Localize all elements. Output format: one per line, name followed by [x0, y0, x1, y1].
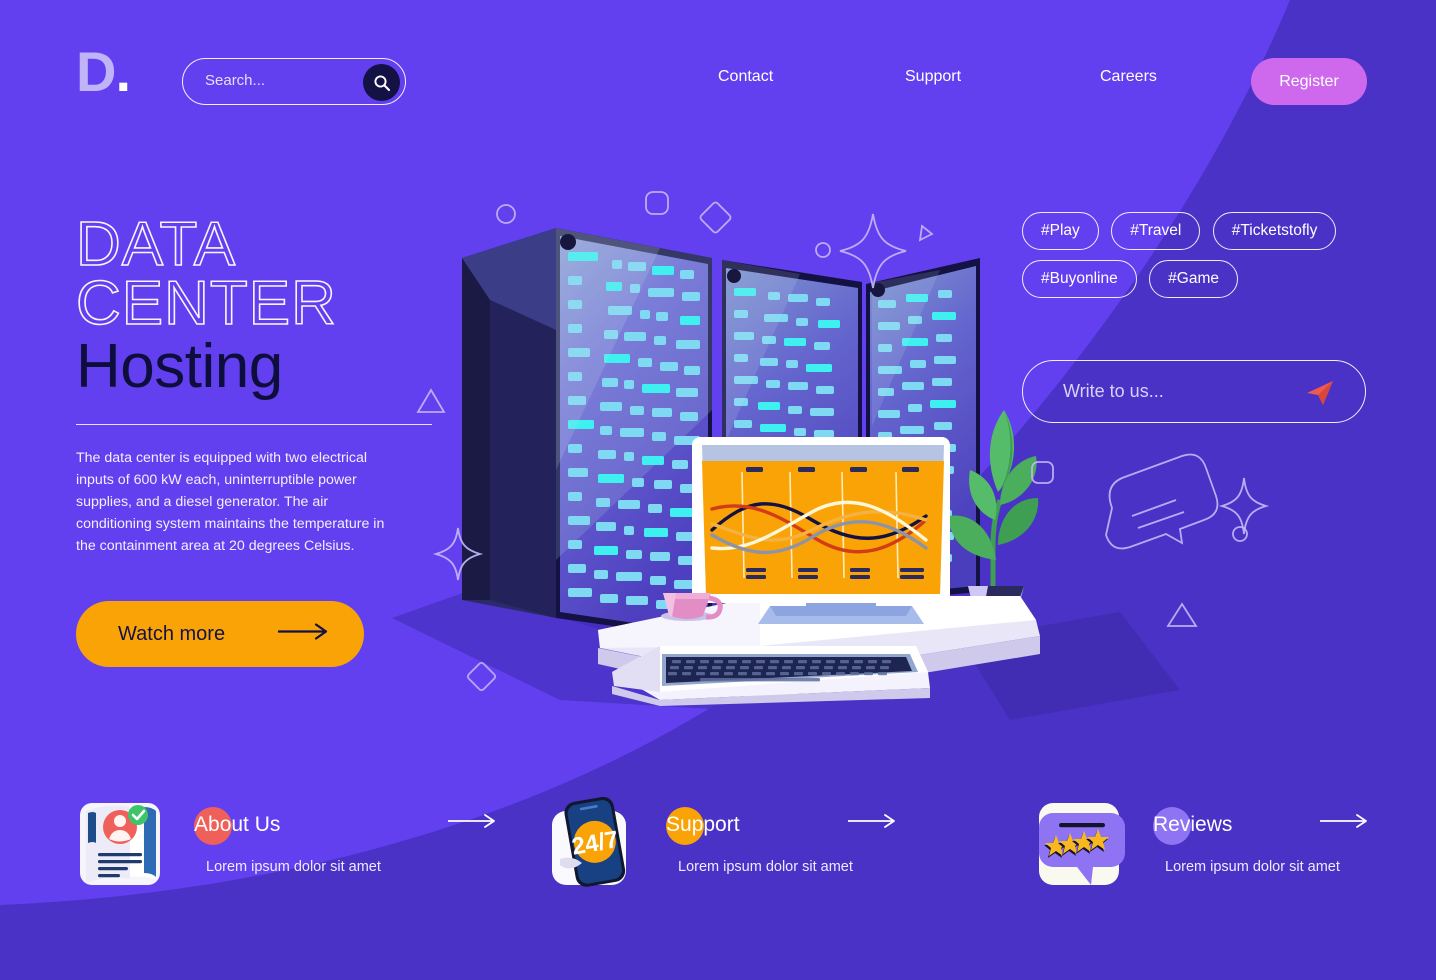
document-profile-icon: [80, 803, 160, 885]
feature-subtitle: Lorem ipsum dolor sit amet: [1165, 859, 1340, 875]
hashtag-buyonline[interactable]: #Buyonline: [1022, 260, 1137, 298]
hashtag-play[interactable]: #Play: [1022, 212, 1099, 250]
paper-plane-icon[interactable]: [1305, 379, 1335, 412]
arrow-right-icon[interactable]: [448, 813, 498, 834]
nav-link-careers[interactable]: Careers: [1100, 68, 1157, 86]
write-to-us-input[interactable]: Write to us...: [1063, 381, 1164, 402]
feature-support[interactable]: 24/7 Support Lorem ipsum dolor sit amet: [548, 795, 948, 911]
page-root: D. Search... Contact Support Careers Reg…: [0, 0, 1436, 980]
feature-reviews[interactable]: Reviews Lorem ipsum dolor sit amet: [1035, 795, 1415, 911]
feature-title: About Us: [194, 813, 280, 837]
nav-link-contact[interactable]: Contact: [718, 68, 773, 86]
arrow-right-icon: [278, 623, 330, 646]
speech-bubble-stars-icon: [1039, 803, 1125, 885]
hero-paragraph: The data center is equipped with two ele…: [76, 450, 385, 555]
feature-subtitle: Lorem ipsum dolor sit amet: [678, 859, 853, 875]
feature-title-rest: upport: [680, 813, 740, 836]
feature-title: Reviews: [1153, 813, 1232, 837]
feature-title: Support: [666, 813, 740, 837]
write-to-us-box[interactable]: Write to us...: [1022, 360, 1366, 423]
hashtag-ticketstofly[interactable]: #Ticketstofly: [1212, 212, 1337, 250]
phone-24-7-icon: 24/7: [552, 797, 626, 887]
title-divider: [76, 423, 432, 426]
nav-link-support[interactable]: Support: [905, 68, 961, 86]
register-button[interactable]: Register: [1251, 58, 1367, 105]
feature-initial: R: [1153, 813, 1169, 836]
watch-more-label: Watch more: [118, 622, 226, 645]
arrow-right-icon[interactable]: [1320, 813, 1370, 834]
feature-title-rest: bout Us: [208, 813, 281, 836]
hashtag-list: #Play #Travel #Ticketstofly #Buyonline #…: [1022, 212, 1412, 308]
feature-about-us[interactable]: About Us Lorem ipsum dolor sit amet: [76, 795, 495, 911]
hashtag-game[interactable]: #Game: [1149, 260, 1238, 298]
feature-title-rest: eviews: [1168, 813, 1233, 836]
page-title-line3: Hosting: [76, 331, 283, 401]
site-header: D. Search... Contact Support Careers Reg…: [0, 0, 1436, 130]
search-box[interactable]: Search...: [182, 58, 406, 105]
hero-content: DATA CENTER Hosting The data center is e…: [75, 210, 456, 668]
arrow-right-icon[interactable]: [848, 813, 898, 834]
watch-more-button[interactable]: Watch more: [76, 601, 364, 668]
feature-initial: A: [194, 813, 209, 836]
feature-subtitle: Lorem ipsum dolor sit amet: [206, 859, 381, 875]
feature-initial: S: [666, 813, 681, 836]
search-icon: [373, 74, 390, 91]
hashtag-travel[interactable]: #Travel: [1111, 212, 1201, 250]
page-title-line1: DATA: [75, 210, 237, 279]
logo[interactable]: D.: [76, 44, 131, 100]
logo-dot: .: [115, 40, 131, 103]
search-input[interactable]: Search...: [205, 72, 265, 89]
page-title-line2: CENTER: [75, 268, 337, 338]
feature-list: About Us Lorem ipsum dolor sit amet 24/7: [0, 795, 1436, 915]
search-button[interactable]: [363, 64, 400, 101]
main-nav: Contact Support Careers: [700, 68, 1220, 98]
logo-letter: D: [76, 40, 116, 103]
